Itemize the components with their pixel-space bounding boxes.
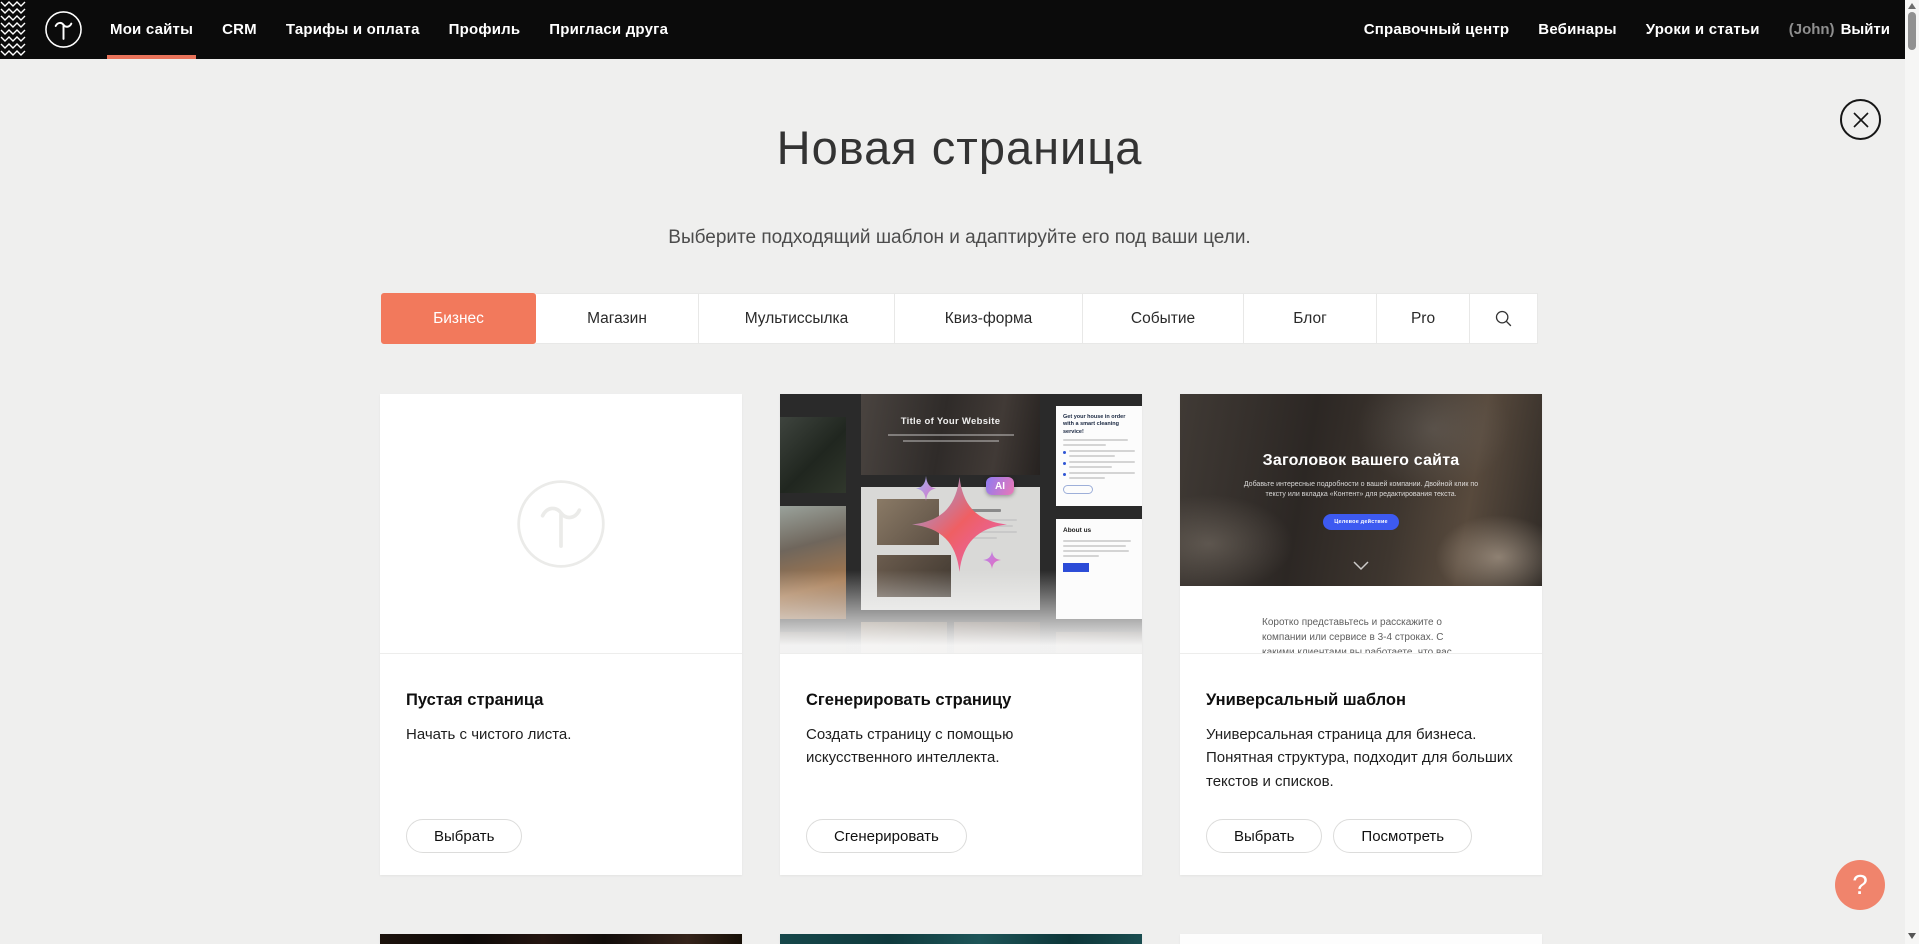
template-card-partial[interactable] — [1180, 934, 1542, 944]
tab-pro[interactable]: Pro — [1377, 293, 1470, 344]
nav-webinars[interactable]: Вебинары — [1538, 0, 1616, 59]
card-title: Пустая страница — [406, 691, 716, 710]
nav-lessons[interactable]: Уроки и статьи — [1646, 0, 1760, 59]
template-preview-partial — [780, 934, 1142, 944]
template-cards-row-2 — [380, 934, 1542, 944]
select-button[interactable]: Выбрать — [406, 819, 522, 853]
template-preview-partial — [380, 934, 742, 944]
nav-my-sites-label: Мои сайты — [110, 21, 193, 38]
top-nav: Мои сайты CRM Тарифы и оплата Профиль Пр… — [0, 0, 1905, 59]
help-button-label: ? — [1852, 869, 1868, 901]
card-actions: Выбрать — [406, 819, 522, 853]
tab-search[interactable] — [1470, 293, 1538, 344]
scrollbar-up-arrow-icon[interactable] — [1908, 3, 1916, 9]
zigzag-decoration — [0, 0, 26, 59]
template-card-partial[interactable] — [380, 934, 742, 944]
preview-fade-overlay — [780, 394, 1142, 653]
primary-nav: Мои сайты CRM Тарифы и оплата Профиль Пр… — [110, 0, 668, 59]
tab-business[interactable]: Бизнес — [381, 293, 536, 344]
active-nav-underline — [107, 55, 196, 59]
template-cta-button: Целевое действие — [1323, 514, 1399, 530]
blank-page-preview — [380, 394, 742, 653]
nav-tariffs[interactable]: Тарифы и оплата — [286, 0, 420, 59]
user-chunk: (John) Выйти — [1789, 21, 1890, 38]
card-body: Сгенерировать страницу Создать страницу … — [780, 653, 1142, 874]
nav-invite-friend[interactable]: Пригласи друга — [549, 0, 668, 59]
generate-button[interactable]: Сгенерировать — [806, 819, 967, 853]
view-button[interactable]: Посмотреть — [1333, 819, 1472, 853]
card-title: Универсальный шаблон — [1206, 691, 1516, 710]
page-subtitle: Выберите подходящий шаблон и адаптируйте… — [0, 227, 1919, 249]
template-category-tabs: Бизнес Магазин Мультиссылка Квиз-форма С… — [381, 293, 1538, 344]
secondary-nav: Справочный центр Вебинары Уроки и статьи… — [1364, 0, 1890, 59]
template-hero-subtitle: Добавьте интересные подробности о вашей … — [1236, 480, 1486, 500]
help-button[interactable]: ? — [1835, 860, 1885, 910]
user-name: (John) — [1789, 21, 1835, 38]
template-card-ai-generate[interactable]: Title of Your Website Get y — [780, 394, 1142, 875]
logout-link[interactable]: Выйти — [1841, 21, 1890, 38]
chevron-down-icon — [1352, 560, 1370, 571]
nav-my-sites[interactable]: Мои сайты — [110, 0, 193, 59]
card-description: Начать с чистого листа. — [406, 723, 718, 746]
template-preview-partial — [1180, 934, 1542, 944]
page-title: Новая страница — [0, 120, 1919, 175]
nav-profile[interactable]: Профиль — [449, 0, 521, 59]
card-actions: Сгенерировать — [806, 819, 967, 853]
template-cards-row: Пустая страница Начать с чистого листа. … — [380, 394, 1542, 875]
tab-event[interactable]: Событие — [1083, 293, 1244, 344]
nav-crm[interactable]: CRM — [222, 0, 257, 59]
template-hero-title: Заголовок вашего сайта — [1180, 452, 1542, 470]
template-body-text: Коротко представьтесь и расскажите о ком… — [1262, 615, 1460, 653]
tilda-logo[interactable] — [44, 10, 83, 49]
search-icon — [1493, 308, 1515, 330]
template-card-universal[interactable]: Заголовок вашего сайта Добавьте интересн… — [1180, 394, 1542, 875]
select-button[interactable]: Выбрать — [1206, 819, 1322, 853]
card-description: Универсальная страница для бизнеса. Поня… — [1206, 723, 1518, 793]
template-card-blank[interactable]: Пустая страница Начать с чистого листа. … — [380, 394, 742, 875]
template-card-partial[interactable] — [780, 934, 1142, 944]
tab-multilink[interactable]: Мультиссылка — [699, 293, 895, 344]
template-hero: Заголовок вашего сайта Добавьте интересн… — [1180, 394, 1542, 586]
card-body: Универсальный шаблон Универсальная стран… — [1180, 653, 1542, 874]
ai-generate-preview: Title of Your Website Get y — [780, 394, 1142, 653]
card-actions: Выбрать Посмотреть — [1206, 819, 1472, 853]
page: Мои сайты CRM Тарифы и оплата Профиль Пр… — [0, 0, 1919, 944]
tab-quiz-form[interactable]: Квиз-форма — [895, 293, 1083, 344]
tab-store[interactable]: Магазин — [536, 293, 699, 344]
scrollbar-down-arrow-icon[interactable] — [1908, 933, 1916, 939]
scrollbar-thumb[interactable] — [1908, 12, 1916, 50]
card-body: Пустая страница Начать с чистого листа. … — [380, 653, 742, 874]
nav-help-center[interactable]: Справочный центр — [1364, 0, 1510, 59]
tilda-watermark-icon — [515, 478, 607, 570]
tab-blog[interactable]: Блог — [1244, 293, 1377, 344]
card-title: Сгенерировать страницу — [806, 691, 1116, 710]
card-description: Создать страницу с помощью искусственног… — [806, 723, 1118, 770]
universal-template-preview: Заголовок вашего сайта Добавьте интересн… — [1180, 394, 1542, 653]
